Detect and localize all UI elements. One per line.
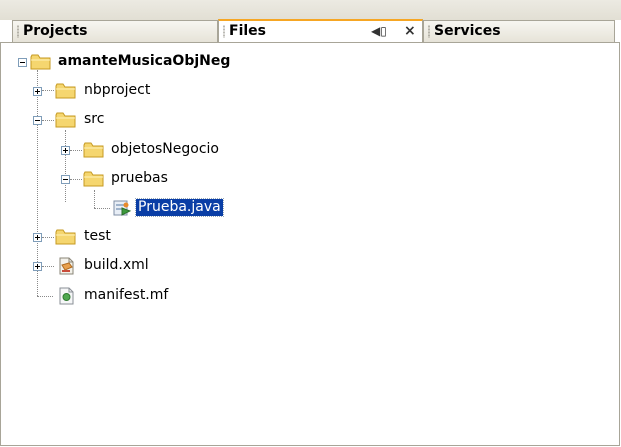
tab-grip-icon [17,25,19,38]
expand-icon[interactable] [33,262,42,271]
folder-icon [55,112,76,128]
tree-node-label: manifest.mf [84,287,169,303]
tab-projects[interactable]: Projects [12,20,218,42]
tree-node-objetosnegocio[interactable]: objetosNegocio [0,138,400,162]
tree-node-label: build.xml [84,257,149,273]
tab-files[interactable]: Files ◀▯ × [218,19,423,42]
tree-node-nbproject[interactable]: nbproject [0,79,400,103]
tree-node-manifest-mf[interactable]: manifest.mf [0,284,400,308]
collapse-icon[interactable] [61,175,70,184]
manifest-file-icon [59,287,74,305]
expand-icon[interactable] [33,233,42,242]
tree-node-label: amanteMusicaObjNeg [58,53,231,69]
minimize-window-icon[interactable]: ◀▯ [371,21,387,41]
tree-node-label: src [84,111,105,127]
tree-node-build-xml[interactable]: build.xml [0,254,400,278]
file-tree: amanteMusicaObjNeg nbproject src objetos… [0,42,620,446]
collapse-icon[interactable] [18,58,27,67]
close-tab-icon[interactable]: × [404,21,416,41]
tree-node-label: test [84,228,111,244]
tree-node-label: Prueba.java [135,198,224,217]
expand-icon[interactable] [33,87,42,96]
java-file-icon [113,200,132,216]
tree-node-prueba-java[interactable]: Prueba.java [0,196,400,220]
tab-label: Projects [23,23,88,39]
tree-node-src[interactable]: src [0,108,400,132]
folder-icon [55,229,76,245]
tree-node-pruebas[interactable]: pruebas [0,167,400,191]
tree-node-test[interactable]: test [0,225,400,249]
folder-icon [55,83,76,99]
folder-icon [83,142,104,158]
ant-build-file-icon [59,257,74,275]
tree-node-root[interactable]: amanteMusicaObjNeg [0,50,400,74]
tab-label: Services [434,23,501,39]
tab-grip-icon [428,25,430,38]
collapse-icon[interactable] [33,116,42,125]
tab-services[interactable]: Services [423,20,615,42]
tab-label: Files [229,23,266,39]
tree-node-label: objetosNegocio [111,141,219,157]
folder-icon [83,171,104,187]
files-window: Projects Files ◀▯ × Services amanteMusic… [0,0,621,447]
window-top-strip [0,0,621,20]
expand-icon[interactable] [61,146,70,155]
tree-node-label: pruebas [111,170,168,186]
tab-grip-icon [223,25,225,38]
folder-icon [30,54,51,70]
tree-node-label: nbproject [84,82,151,98]
